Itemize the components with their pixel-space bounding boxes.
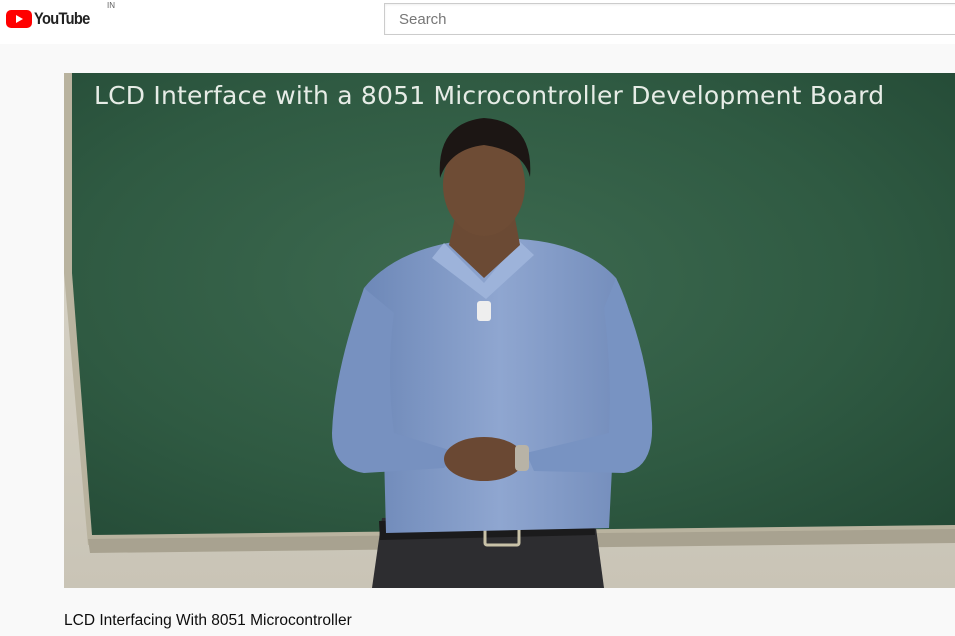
video-title[interactable]: LCD Interfacing With 8051 Microcontrolle… bbox=[64, 612, 352, 630]
search-input[interactable] bbox=[385, 4, 955, 34]
video-caption: LCD Interface with a 8051 Microcontrolle… bbox=[94, 81, 885, 110]
youtube-logo[interactable]: YouTube bbox=[6, 9, 99, 31]
video-frame bbox=[64, 73, 955, 588]
country-code: IN bbox=[107, 1, 115, 10]
youtube-play-icon bbox=[6, 10, 32, 28]
youtube-wordmark: YouTube bbox=[34, 9, 90, 28]
search-box[interactable] bbox=[384, 3, 955, 35]
masthead: YouTube IN bbox=[0, 0, 955, 44]
video-player[interactable]: LCD Interface with a 8051 Microcontrolle… bbox=[64, 73, 955, 588]
